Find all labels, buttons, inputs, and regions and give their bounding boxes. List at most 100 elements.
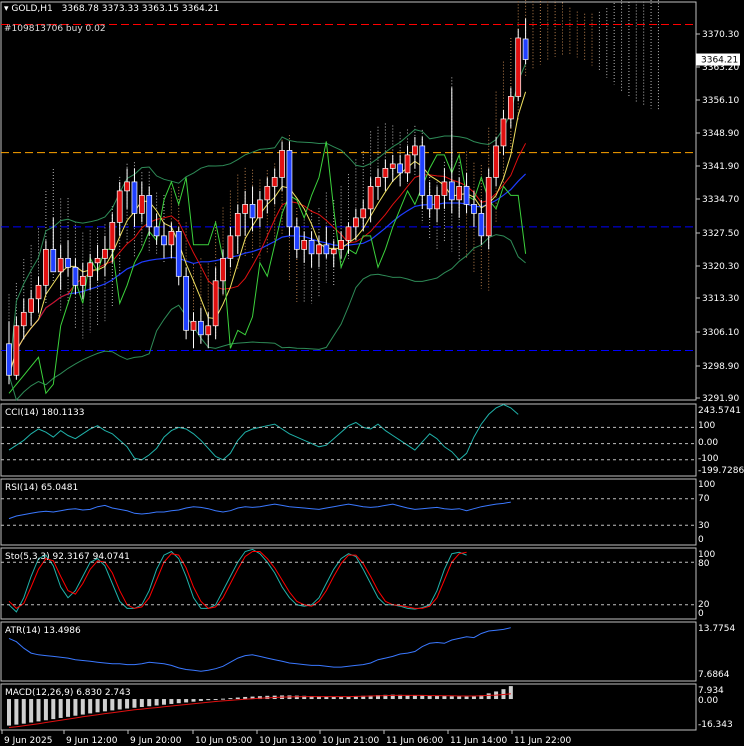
price-tick-label: 3356.10: [702, 96, 739, 106]
candle-body: [367, 186, 374, 210]
time-label: 10 Jun 21:00: [322, 736, 379, 746]
candle-body: [493, 145, 499, 178]
price-chart[interactable]: 3370.303363.203356.103348.903341.903334.…: [0, 0, 744, 746]
candle-body: [426, 195, 433, 210]
candle-body: [353, 217, 359, 228]
macd-bar: [294, 695, 299, 700]
candle-body: [153, 226, 160, 237]
macd-bar: [147, 699, 152, 707]
indicator-header: Sto(5,3,3) 92.3167 94.0741: [5, 552, 130, 562]
cci-axis-label: 0.00: [698, 438, 718, 448]
time-label: 9 Jun 20:00: [130, 736, 182, 746]
macd-bar: [486, 693, 491, 700]
pane-frame-0: [0, 1, 697, 401]
candle-body: [249, 204, 256, 219]
candle-body: [330, 248, 337, 255]
candle-body: [345, 226, 352, 241]
macd-bar: [161, 699, 166, 705]
candle-body: [116, 190, 123, 223]
rsi-axis-label: 70: [698, 494, 710, 504]
macd-bar: [169, 699, 174, 704]
candle-body: [50, 248, 57, 273]
price-tick-label: 3313.30: [702, 294, 739, 304]
candle-body: [264, 186, 271, 201]
macd-bar: [102, 699, 107, 712]
symbol-label: GOLD,H1: [11, 4, 53, 14]
pane-frame-4: [0, 621, 697, 682]
dropdown-triangle-icon[interactable]: ▾: [4, 4, 9, 14]
candle-body: [478, 213, 485, 237]
time-axis: 9 Jun 2025 9 Jun 12:00 9 Jun 20:00 10 Jun 0…: [1, 730, 571, 746]
candle-body: [35, 284, 42, 300]
candle-body: [198, 320, 204, 336]
candle-body: [323, 244, 330, 255]
price-tick-label: 3298.90: [702, 362, 739, 372]
macd-bar: [435, 695, 440, 700]
candle-body: [131, 181, 138, 214]
candle-body: [382, 168, 389, 178]
candle-body: [183, 275, 189, 331]
candle-body: [456, 186, 463, 201]
candle-body: [6, 343, 12, 376]
macd-bar: [29, 699, 34, 723]
macd-axis-label: 0.00: [698, 696, 718, 706]
rsi-axis-label: 0: [698, 535, 704, 545]
cci-axis-label: -199.7286: [698, 466, 744, 476]
candle-body: [434, 195, 440, 210]
price-tick-label: 3320.30: [702, 262, 739, 272]
cci-axis-label: 100: [698, 421, 715, 431]
candle-body: [65, 257, 71, 268]
candle-body: [102, 248, 108, 259]
macd-bar: [51, 699, 56, 720]
candle-body: [507, 96, 514, 120]
stoch-axis-label: 80: [698, 559, 710, 569]
candle-body: [242, 204, 249, 214]
macd-bar: [213, 699, 218, 701]
candle-body: [161, 235, 167, 246]
symbol-header: ▾ GOLD,H1 3368.78 3373.33 3363.15 3364.2…: [4, 4, 219, 14]
price-tick-label: 3334.70: [702, 195, 739, 205]
stoch-axis-label: 0: [698, 609, 704, 619]
macd-bar: [139, 699, 144, 707]
candle-body: [286, 150, 293, 228]
macd-bar: [21, 699, 26, 724]
candle-body: [94, 257, 101, 264]
macd-bar: [184, 699, 189, 703]
atr-axis-label: 7.6864: [698, 670, 730, 680]
time-label: 11 Jun 06:00: [386, 736, 443, 746]
price-tick-label: 3306.10: [702, 328, 739, 338]
macd-bar: [154, 699, 159, 706]
candle-body: [220, 257, 226, 282]
macd-bar: [36, 699, 41, 722]
candle-body: [57, 257, 64, 273]
candle-body: [522, 38, 529, 60]
macd-axis-label: -16.343: [698, 720, 733, 730]
cci-axis-label: -100: [698, 454, 719, 464]
macd-bar: [449, 696, 454, 700]
macd-bar: [339, 696, 344, 700]
candle-body: [257, 199, 263, 219]
candle-body: [448, 181, 455, 201]
macd-bar: [221, 698, 226, 700]
price-axis: 3370.303363.203356.103348.903341.903334.…: [696, 30, 740, 404]
time-label: 10 Jun 13:00: [259, 736, 316, 746]
macd-bar: [80, 699, 85, 715]
candle-body: [279, 150, 285, 178]
candle-body: [43, 248, 49, 286]
macd-bar: [471, 696, 476, 700]
macd-bar: [14, 699, 19, 725]
macd-bar: [132, 699, 137, 708]
indicator-header: CCI(14) 180.1133: [5, 408, 85, 418]
order-label[interactable]: #109813706 buy 0.02: [4, 24, 106, 34]
candle-body: [20, 311, 27, 327]
macd-bar: [198, 699, 203, 701]
price-tick-label: 3327.50: [702, 229, 739, 239]
macd-bar: [125, 699, 130, 709]
candle-body: [13, 325, 20, 376]
price-tick-label: 3341.90: [702, 162, 739, 172]
macd-bar: [206, 699, 211, 701]
rsi-axis-label: 30: [698, 521, 710, 531]
indicator-header: ATR(14) 13.4986: [5, 626, 81, 636]
macd-bar: [191, 699, 196, 702]
candle-body: [360, 208, 367, 219]
